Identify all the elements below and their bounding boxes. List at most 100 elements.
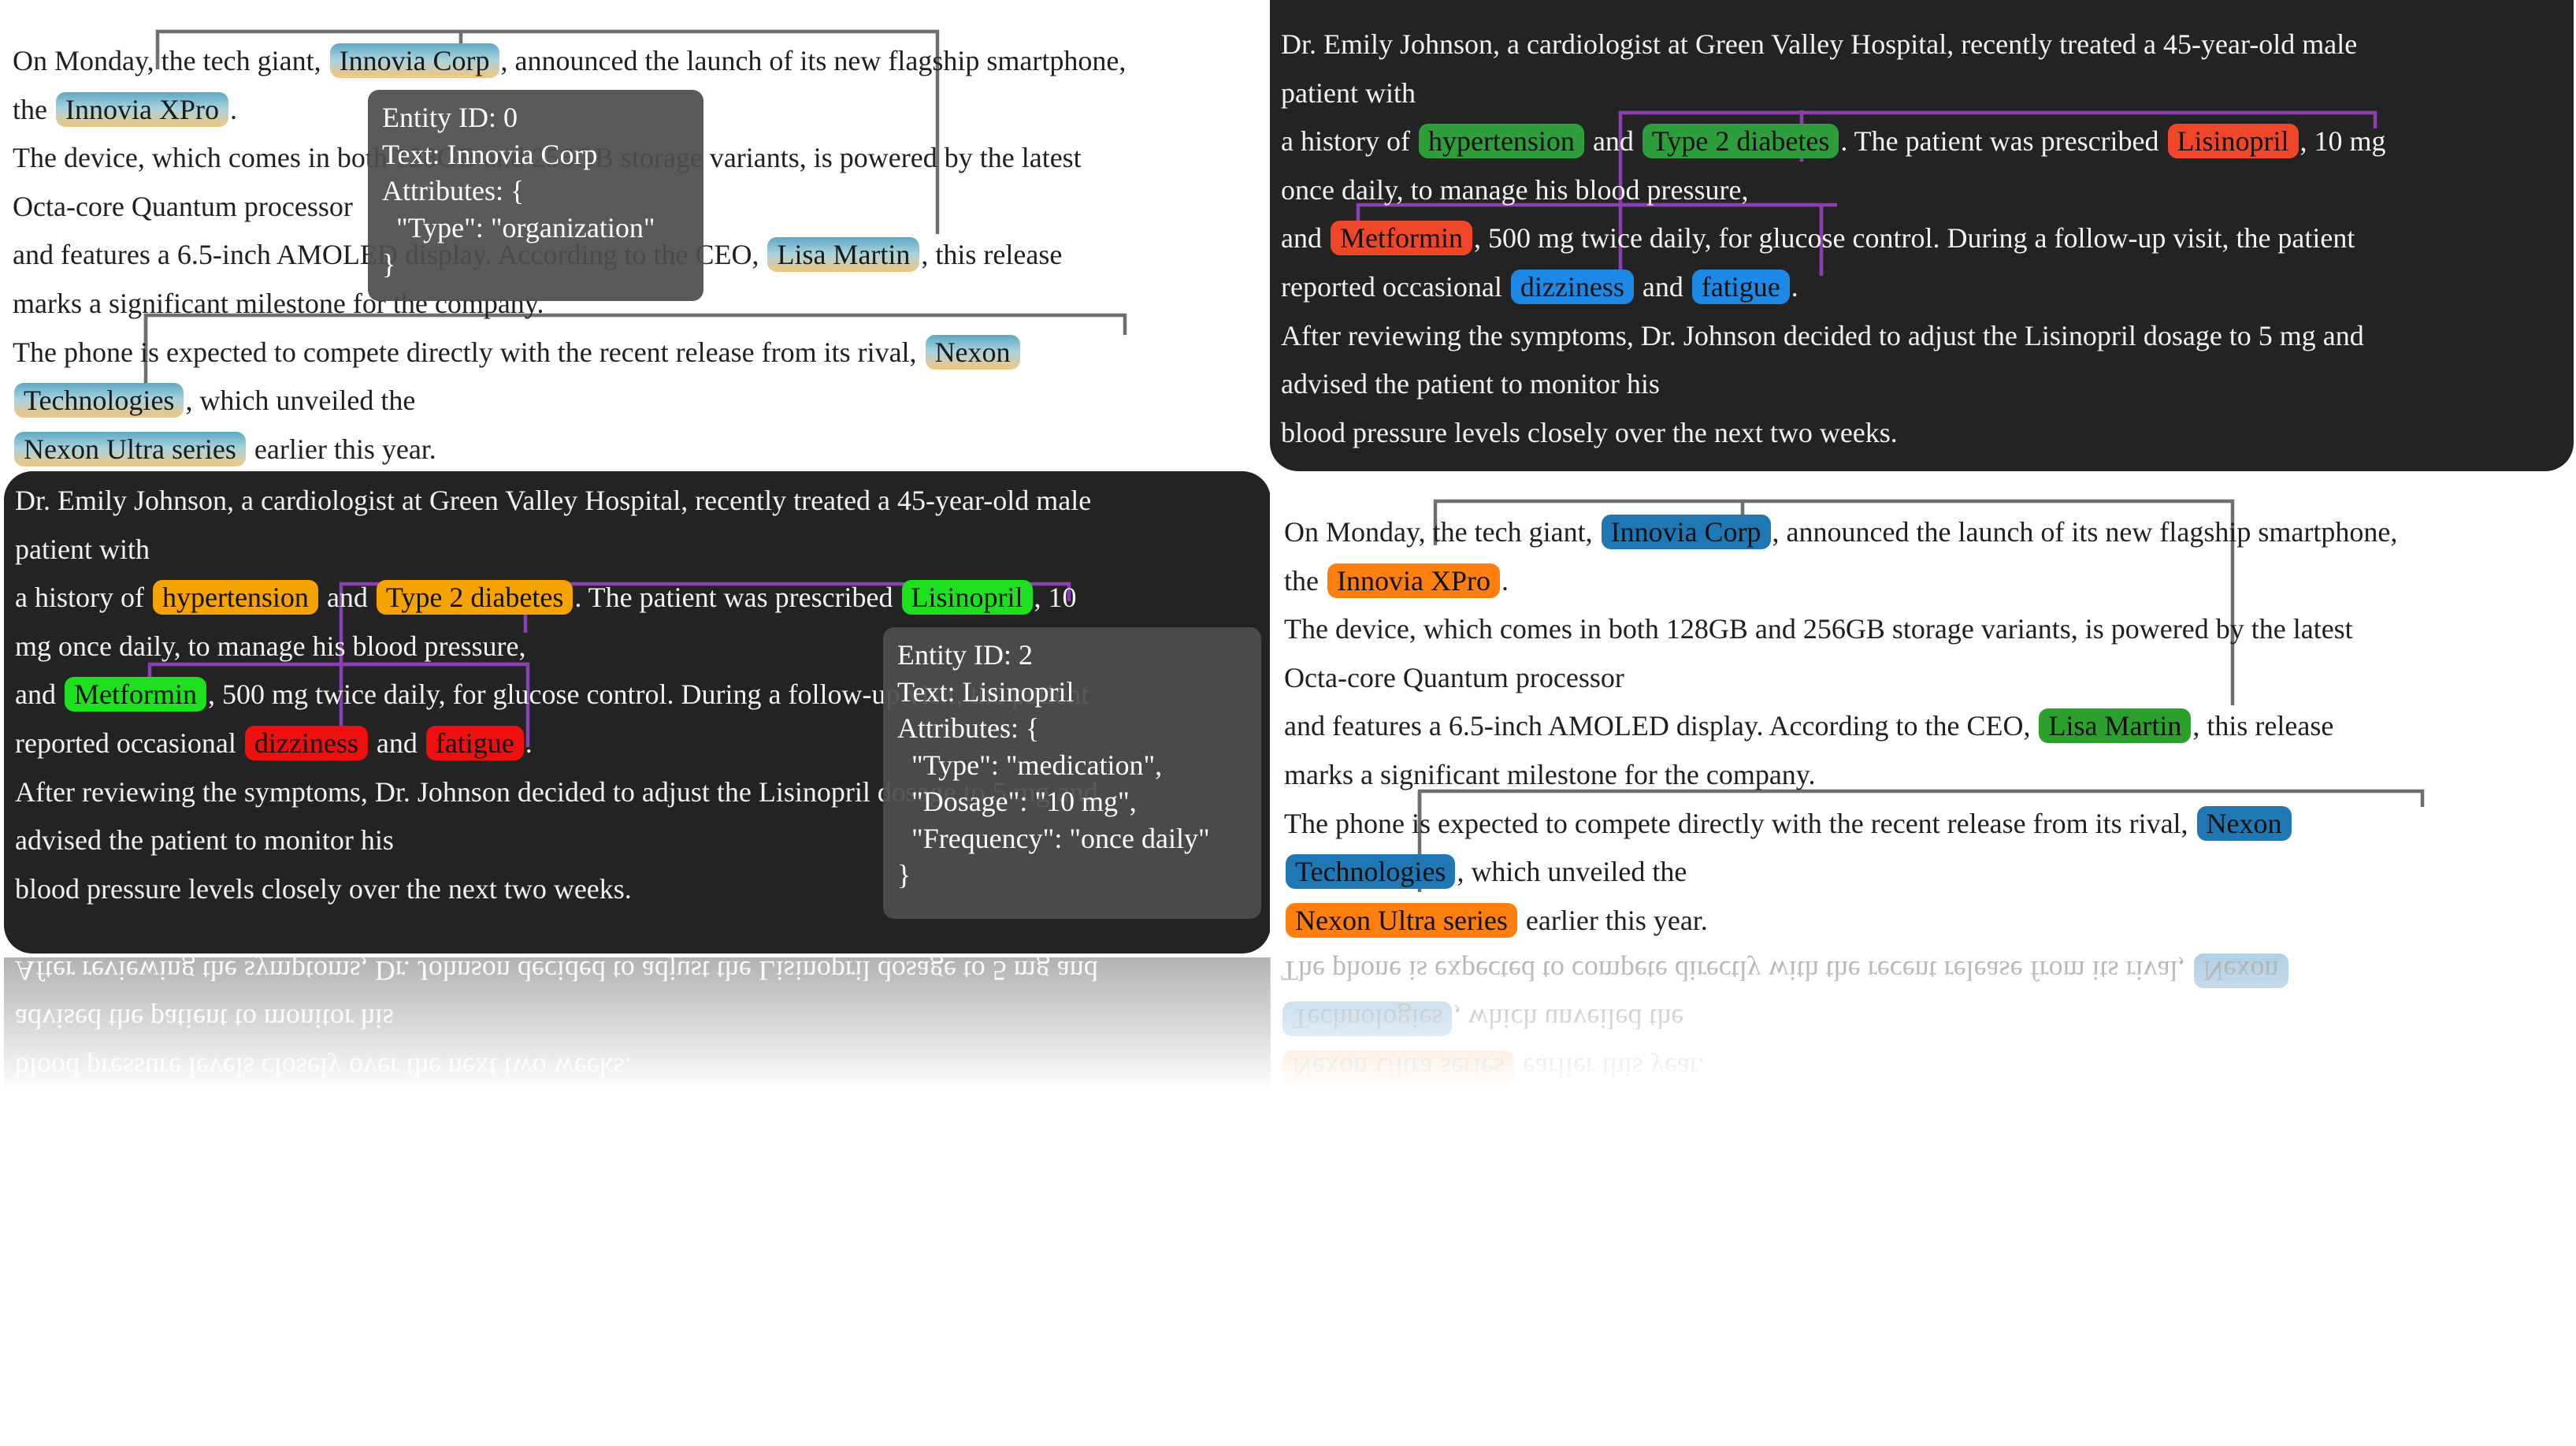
reflection-span: blood pressure levels closely over the n… (15, 1052, 632, 1084)
entity-chip[interactable]: Type 2 diabetes (1642, 124, 1839, 159)
reflection-span: earlier this year. (1515, 1052, 1705, 1084)
entity-chip[interactable]: Technologies (1286, 854, 1456, 890)
document-text: Dr. Emily Johnson, a cardiologist at Gre… (1281, 20, 2574, 457)
text-line: On Monday, the tech giant, Innovia Corp,… (13, 37, 1260, 86)
text-line: once daily, to manage his blood pressure… (1281, 166, 2574, 215)
panel-dark-medical: Dr. Emily Johnson, a cardiologist at Gre… (1270, 0, 2574, 471)
text-span: On Monday, the tech giant, (1284, 516, 1600, 548)
text-span: advised the patient to monitor his (15, 824, 394, 857)
reflection-line: Technologies, which unveiled the (1281, 994, 2290, 1043)
document-text: On Monday, the tech giant, Innovia Corp,… (1284, 508, 2574, 945)
text-span: After reviewing the symptoms, Dr. Johnso… (1281, 319, 2364, 351)
text-line: Dr. Emily Johnson, a cardiologist at Gre… (1281, 20, 2574, 69)
text-line: advised the patient to monitor his (1281, 360, 2574, 409)
entity-chip[interactable]: Technologies (14, 383, 184, 418)
entity-tooltip: Entity ID: 0 Text: Innovia Corp Attribut… (368, 90, 703, 301)
panel-light-solid: On Monday, the tech giant, Innovia Corp,… (1270, 482, 2574, 947)
text-line: Technologies, which unveiled the (1284, 848, 2574, 897)
entity-chip[interactable]: Metformin (1330, 221, 1472, 256)
text-span: reported occasional (15, 727, 243, 759)
reflection-span: After reviewing the symptoms, Dr. Johnso… (15, 957, 1098, 987)
entity-chip[interactable]: Metformin (64, 677, 206, 712)
entity-chip[interactable]: Nexon (2196, 805, 2292, 841)
text-span: , 500 mg twice daily, for glucose contro… (1473, 222, 2355, 255)
text-span: , which unveiled the (1457, 856, 1687, 888)
entity-chip[interactable]: Nexon (925, 334, 1020, 370)
text-span: . (229, 93, 237, 125)
text-line: Technologies, which unveiled the (13, 377, 1260, 426)
entity-chip[interactable]: fatigue (1691, 269, 1790, 304)
entity-chip[interactable]: Nexon Ultra series (1286, 902, 1517, 938)
text-span: Octa-core Quantum processor (13, 190, 353, 222)
entity-chip[interactable]: hypertension (152, 580, 318, 615)
text-span: Dr. Emily Johnson, a cardiologist at Gre… (15, 485, 1092, 516)
text-span: the (13, 93, 54, 125)
entity-chip[interactable]: fatigue (425, 725, 524, 760)
text-span: blood pressure levels closely over the n… (1281, 416, 1898, 448)
reflection-line: advised the patient to monitor his (15, 994, 1098, 1043)
entity-chip[interactable]: Innovia Corp (329, 43, 499, 78)
text-line: The device, which comes in both 128GB an… (1284, 605, 2574, 654)
entity-chip[interactable]: hypertension (1418, 124, 1584, 159)
text-span: patient with (1281, 76, 1416, 109)
reflection-span: The phone is expected to compete directl… (1281, 954, 2192, 987)
text-span: , 10 mg (2299, 125, 2386, 158)
text-line: marks a significant milestone for the co… (1284, 751, 2574, 800)
entity-chip[interactable]: Lisinopril (2167, 124, 2299, 159)
text-span: Dr. Emily Johnson, a cardiologist at Gre… (1281, 28, 2358, 60)
text-span: and (1281, 222, 1329, 255)
text-span: and (1585, 125, 1641, 158)
text-line: Nexon Ultra series earlier this year. (1284, 897, 2574, 946)
entity-chip[interactable]: Lisinopril (901, 580, 1033, 615)
entity-chip[interactable]: Nexon Ultra series (14, 431, 246, 467)
text-line: the Innovia XPro. (1284, 557, 2574, 606)
entity-chip[interactable]: dizziness (244, 725, 368, 760)
text-span: blood pressure levels closely over the n… (15, 872, 632, 905)
reflection-line: blood pressure levels closely over the n… (15, 1043, 1098, 1091)
entity-tooltip: Entity ID: 2 Text: Lisinopril Attributes… (883, 627, 1261, 919)
text-line: a history of hypertension and Type 2 dia… (1281, 117, 2574, 166)
text-span: , announced the launch of its new flagsh… (1772, 516, 2398, 548)
text-span: . The patient was prescribed (1840, 125, 2166, 158)
text-line: On Monday, the tech giant, Innovia Corp,… (1284, 508, 2574, 557)
text-line: patient with (1281, 69, 2574, 118)
reflection-span: Technologies (1282, 1002, 1453, 1037)
text-span: , this release (921, 239, 1063, 271)
entity-chip[interactable]: Innovia XPro (55, 91, 228, 127)
text-span: On Monday, the tech giant, (13, 45, 328, 76)
text-span: reported occasional (1281, 270, 1509, 303)
text-span: advised the patient to monitor his (1281, 368, 1660, 400)
text-span: . (1501, 564, 1509, 597)
entity-chip[interactable]: Innovia Corp (1601, 515, 1771, 549)
text-span: . (1791, 270, 1798, 303)
entity-chip[interactable]: dizziness (1510, 269, 1634, 304)
text-span: The phone is expected to compete directl… (1284, 807, 2196, 839)
text-span: and (369, 727, 425, 759)
entity-chip[interactable]: Lisa Martin (767, 237, 920, 273)
entity-chip[interactable]: Type 2 diabetes (376, 580, 573, 615)
reflection-right: Nexon Ultra series earlier this year. Tec… (1270, 953, 2574, 1091)
reflection-line: The phone is expected to compete directl… (1281, 953, 2290, 994)
entity-chip[interactable]: Innovia XPro (1327, 563, 1500, 598)
text-line: The phone is expected to compete directl… (13, 329, 1260, 377)
text-span: The phone is expected to compete directl… (13, 336, 924, 368)
text-line: Dr. Emily Johnson, a cardiologist at Gre… (15, 477, 1271, 526)
reflection-span: , which unveiled the (1453, 1003, 1684, 1035)
text-line: Nexon Ultra series earlier this year. (13, 426, 1260, 474)
panel-dark-medical-tooltip: Dr. Emily Johnson, a cardiologist at Gre… (4, 471, 1271, 953)
text-span: The device, which comes in both 128GB an… (1284, 613, 2353, 645)
text-span: a history of (1281, 125, 1417, 158)
reflection-left: blood pressure levels closely over the n… (4, 957, 1271, 1091)
text-span: and features a 6.5-inch AMOLED display. … (1284, 710, 2038, 742)
entity-chip[interactable]: Lisa Martin (2039, 708, 2192, 744)
text-line: and Metformin, 500 mg twice daily, for g… (1281, 214, 2574, 263)
reflection-span: Nexon (2193, 953, 2288, 988)
text-span: a history of (15, 582, 151, 614)
text-span: once daily, to manage his blood pressure… (1281, 173, 1749, 206)
reflection-line: Nexon Ultra series earlier this year. (1281, 1043, 2290, 1091)
text-span: and (15, 678, 63, 711)
reflection-span: Nexon Ultra series (1282, 1050, 1514, 1085)
text-span: , which unveiled the (185, 385, 416, 417)
reflection-line: After reviewing the symptoms, Dr. Johnso… (15, 957, 1098, 994)
text-span: the (1284, 564, 1326, 597)
